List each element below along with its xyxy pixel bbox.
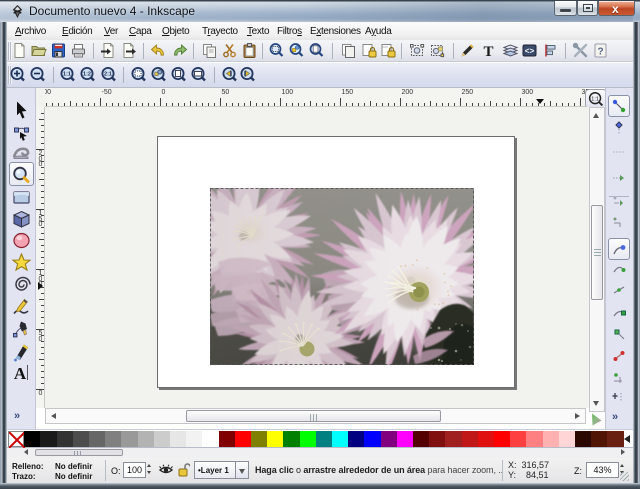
svg-text:?: ? xyxy=(597,47,603,58)
svg-text:A: A xyxy=(14,364,27,383)
svg-text:1:2: 1:2 xyxy=(83,72,91,78)
svg-text:1:1: 1:1 xyxy=(591,96,599,102)
svg-text:<>: <> xyxy=(524,48,534,57)
svg-text:2:1: 2:1 xyxy=(104,72,112,78)
svg-text:T: T xyxy=(483,44,493,59)
svg-text:1:1: 1:1 xyxy=(63,72,71,78)
